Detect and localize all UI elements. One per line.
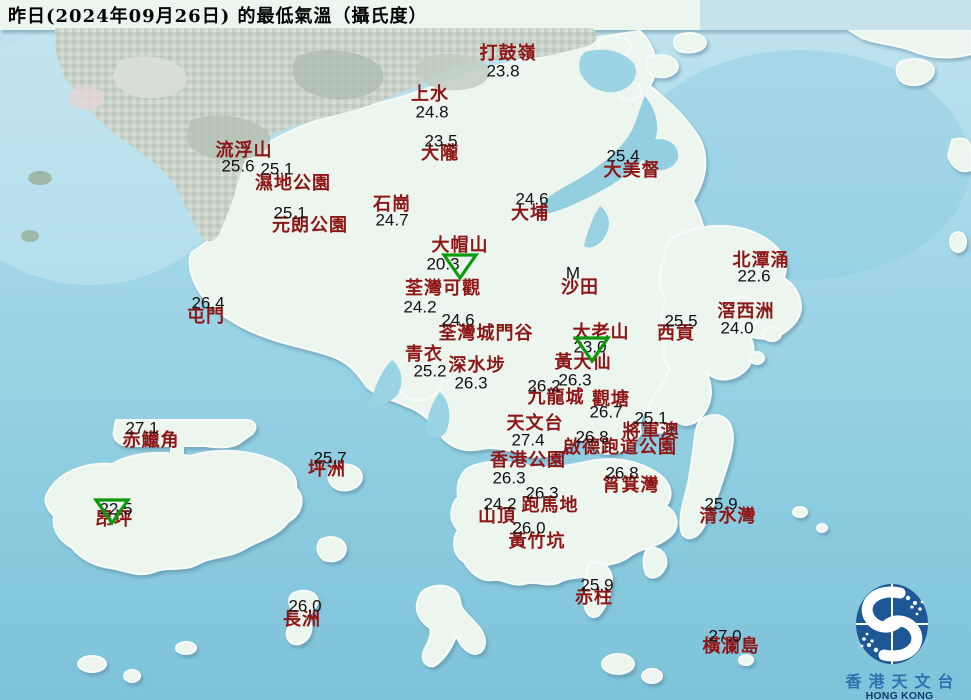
hko-logo-name-en: HONG KONG OBSERVATORY <box>865 689 934 700</box>
hko-logo-icon <box>856 584 928 664</box>
min-temperature-map: 昨日(2024年09月26日) 的最低氣溫（攝氏度） 打鼓嶺 23.8 上水 24.8… <box>0 0 971 700</box>
hong-kong-map <box>0 0 971 700</box>
hko-logo-name-cn: 香港天文台 <box>845 672 961 691</box>
map-title: 昨日(2024年09月26日) 的最低氣溫（攝氏度） <box>8 6 428 27</box>
hko-logo: 香港天文台 HONG KONG OBSERVATORY <box>828 582 971 700</box>
